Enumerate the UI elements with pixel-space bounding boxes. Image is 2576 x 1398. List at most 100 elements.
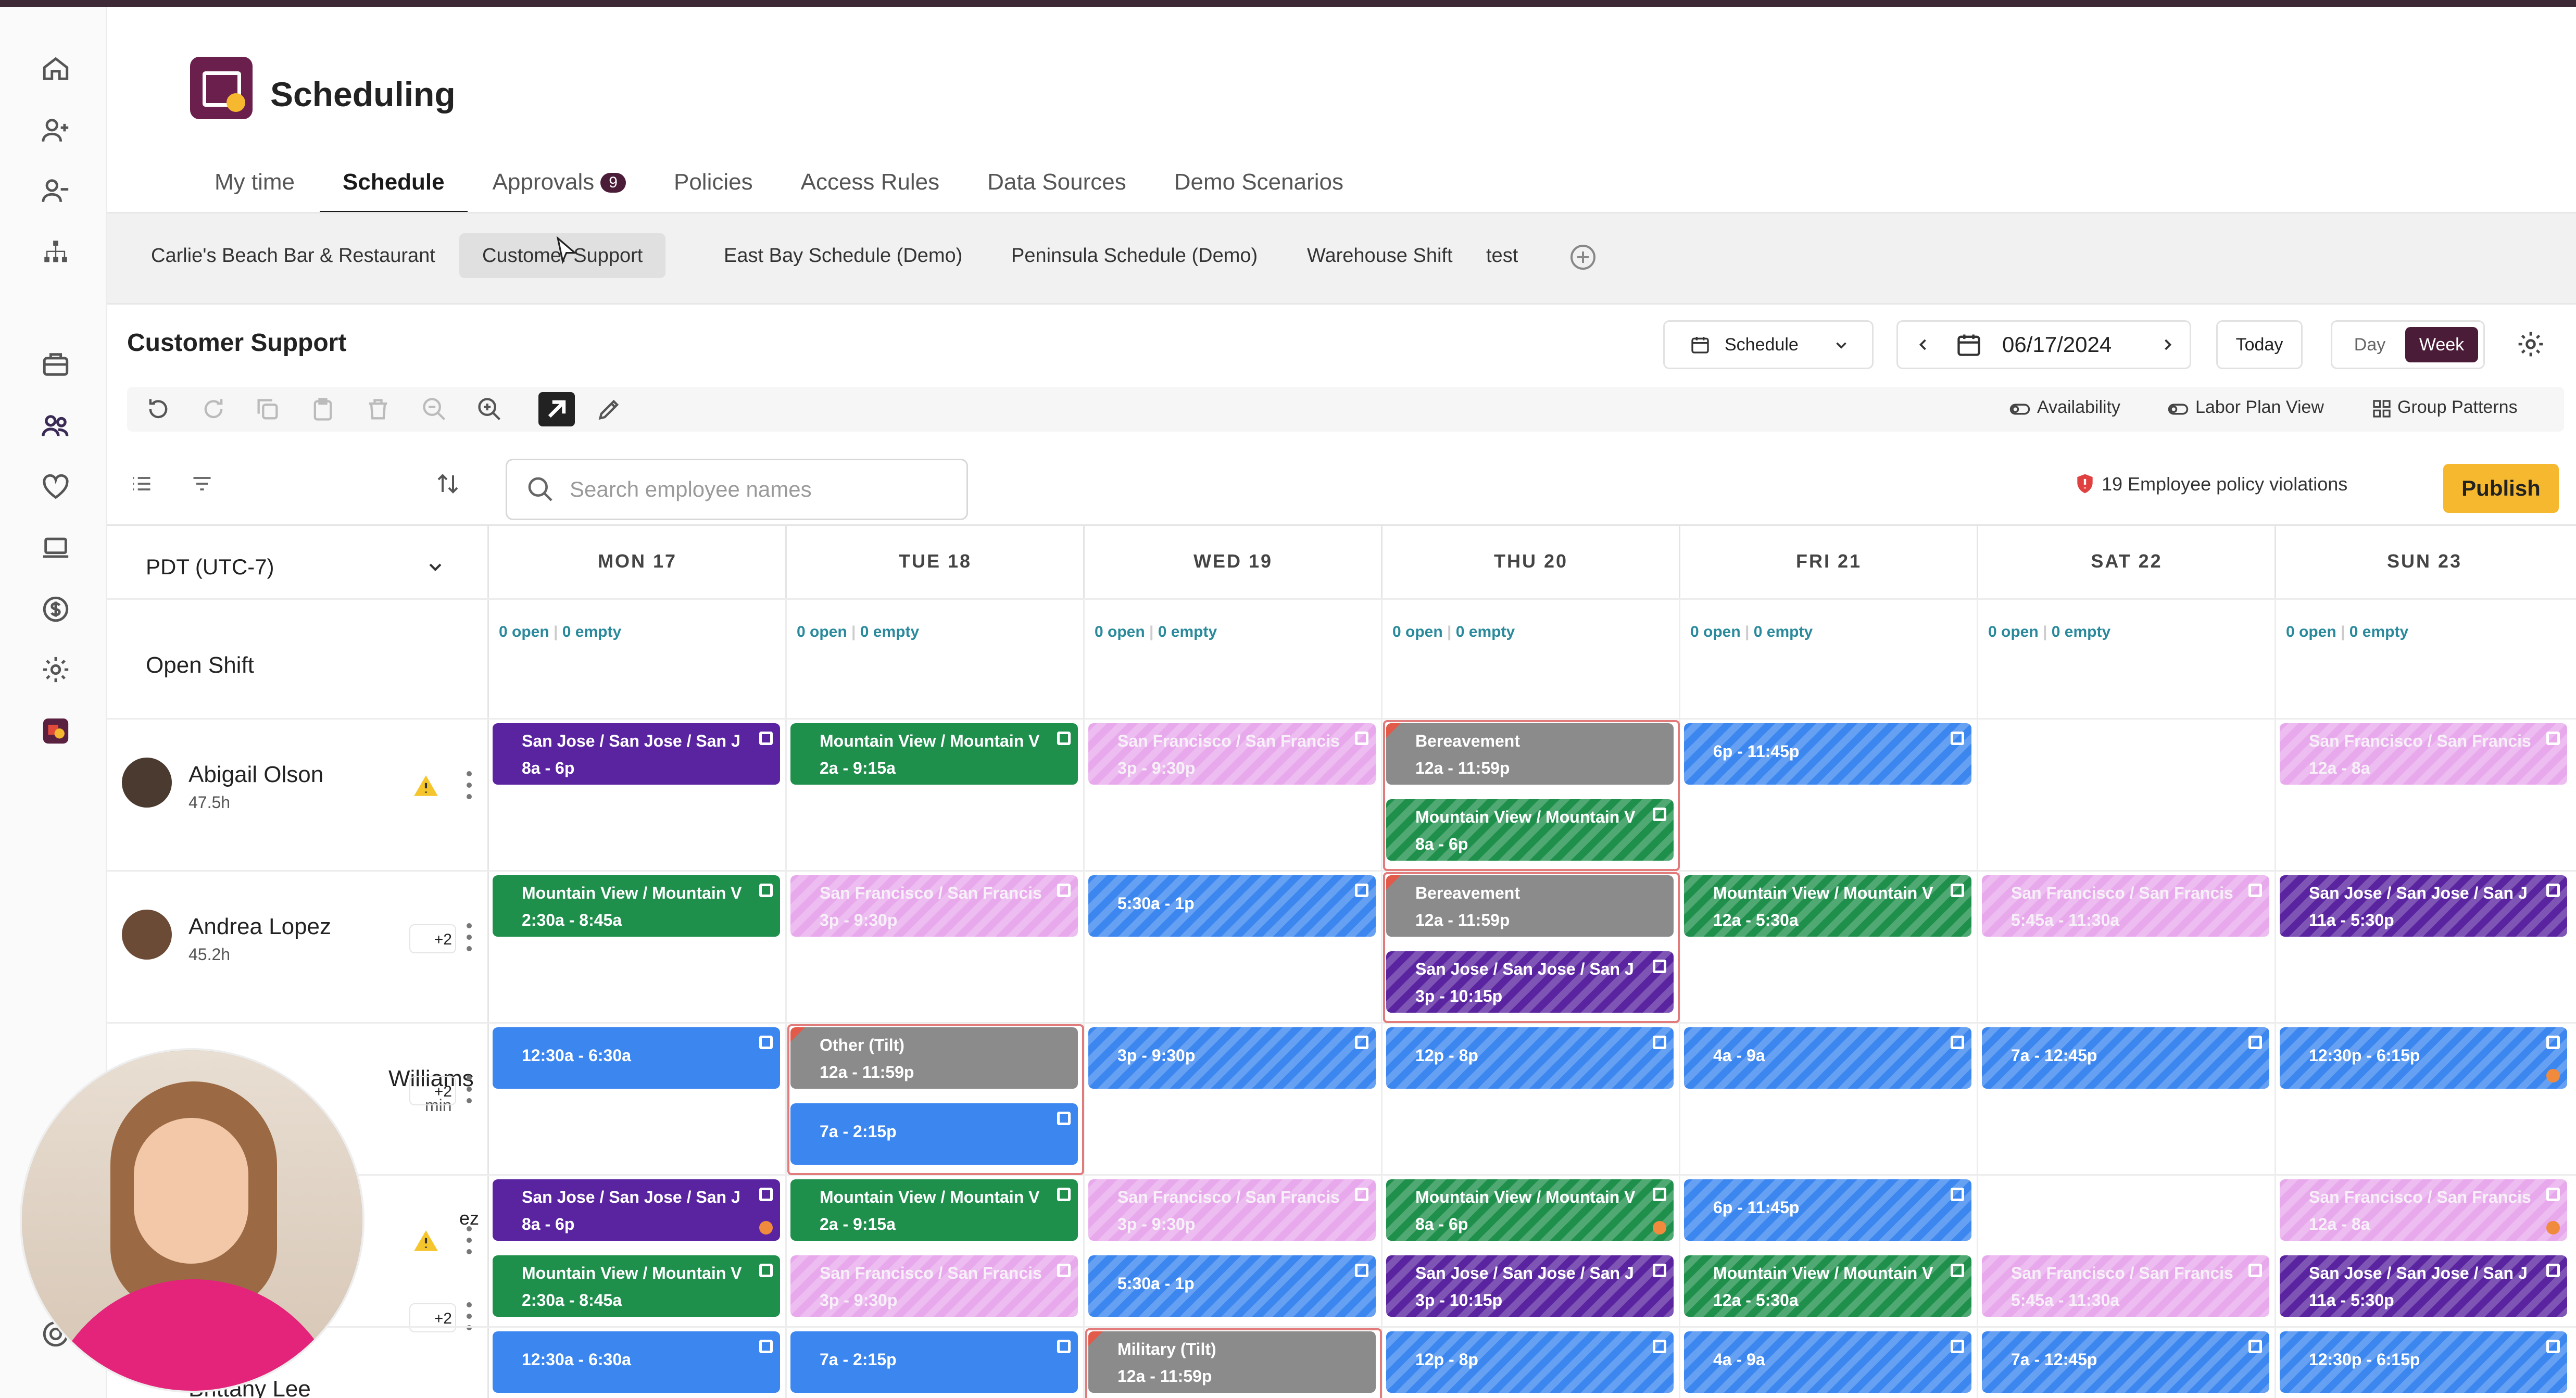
shift-block[interactable]: San Francisco / San Francis 12a - 8a: [2280, 1179, 2567, 1241]
shift-block[interactable]: 12:30a - 6:30a: [493, 1331, 780, 1393]
add-user-icon[interactable]: [41, 115, 71, 145]
drag-handle-icon[interactable]: [2546, 1340, 2560, 1353]
shift-block[interactable]: Mountain View / Mountain V 2:30a - 8:45a: [493, 1255, 780, 1317]
employee-name[interactable]: Andrea Lopez: [189, 914, 331, 940]
briefcase-icon[interactable]: [41, 349, 71, 380]
shift-block[interactable]: Mountain View / Mountain V 2:30a - 8:45a: [493, 875, 780, 937]
redo-icon[interactable]: [200, 396, 227, 423]
tab-my-time[interactable]: My time: [215, 169, 295, 211]
drag-handle-icon[interactable]: [1355, 884, 1368, 897]
drag-handle-icon[interactable]: [759, 1340, 773, 1353]
timezone-select[interactable]: PDT (UTC-7): [146, 555, 274, 580]
shift-block[interactable]: 12:30p - 6:15p: [2280, 1331, 2567, 1393]
today-button[interactable]: Today: [2216, 320, 2303, 369]
gear-icon[interactable]: [41, 654, 71, 685]
filter-icon[interactable]: [191, 472, 213, 495]
remove-user-icon[interactable]: [41, 175, 71, 206]
shift-block[interactable]: San Jose / San Jose / San J 3p - 10:15p: [1386, 951, 1674, 1013]
open-shift-count[interactable]: 0 open | 0 empty: [499, 623, 621, 641]
shift-block[interactable]: 7a - 2:15p: [790, 1331, 1078, 1393]
group-patterns-label[interactable]: Group Patterns: [2397, 397, 2518, 418]
paste-icon[interactable]: [309, 396, 336, 423]
avatar[interactable]: [122, 758, 172, 808]
alert-count-badge[interactable]: +2: [409, 1303, 456, 1332]
drag-handle-icon[interactable]: [2546, 1264, 2560, 1277]
schedule-tab-peninsula[interactable]: Peninsula Schedule (Demo): [988, 233, 1280, 278]
shift-block[interactable]: 12p - 8p: [1386, 1331, 1674, 1393]
shift-block[interactable]: 5:30a - 1p: [1088, 875, 1376, 937]
chevron-right-icon[interactable]: [2158, 335, 2177, 354]
shift-block[interactable]: San Jose / San Jose / San J 3p - 10:15p: [1386, 1255, 1674, 1317]
labor-plan-label[interactable]: Labor Plan View: [2195, 397, 2324, 418]
app-switcher-icon[interactable]: [41, 716, 71, 746]
time-off-block[interactable]: Bereavement 12a - 11:59p: [1386, 723, 1674, 785]
drag-handle-icon[interactable]: [1057, 1112, 1071, 1125]
drag-handle-icon[interactable]: [1951, 1036, 1964, 1049]
kebab-menu-icon[interactable]: [467, 771, 473, 802]
shift-block[interactable]: San Jose / San Jose / San J 11a - 5:30p: [2280, 875, 2567, 937]
shift-block[interactable]: San Jose / San Jose / San J 8a - 6p: [493, 1179, 780, 1241]
people-icon[interactable]: [41, 411, 71, 441]
drag-handle-icon[interactable]: [1653, 1036, 1666, 1049]
avatar[interactable]: [122, 910, 172, 960]
drag-handle-icon[interactable]: [1653, 808, 1666, 821]
pen-icon[interactable]: [596, 396, 623, 423]
shift-block[interactable]: San Francisco / San Francis 3p - 9:30p: [1088, 723, 1376, 785]
employee-name[interactable]: Abigail Olson: [189, 762, 323, 788]
chevron-down-icon[interactable]: [425, 557, 446, 577]
drag-handle-icon[interactable]: [1057, 1340, 1071, 1353]
drag-handle-icon[interactable]: [759, 1036, 773, 1049]
schedule-tab-warehouse[interactable]: Warehouse Shift: [1284, 233, 1476, 278]
schedule-tab-east-bay[interactable]: East Bay Schedule (Demo): [701, 233, 985, 278]
heart-icon[interactable]: [41, 472, 71, 502]
dollar-icon[interactable]: [41, 594, 71, 624]
shift-block[interactable]: San Jose / San Jose / San J 11a - 5:30p: [2280, 1255, 2567, 1317]
undo-icon[interactable]: [145, 396, 172, 423]
tab-demo-scenarios[interactable]: Demo Scenarios: [1174, 169, 1343, 211]
drag-handle-icon[interactable]: [2546, 884, 2560, 897]
sort-icon[interactable]: [435, 471, 460, 496]
shift-block[interactable]: 12:30a - 6:30a: [493, 1027, 780, 1089]
shift-block[interactable]: San Francisco / San Francis 3p - 9:30p: [790, 1255, 1078, 1317]
drag-handle-icon[interactable]: [1057, 732, 1071, 745]
drag-handle-icon[interactable]: [1951, 884, 1964, 897]
shift-block[interactable]: 5:30a - 1p: [1088, 1255, 1376, 1317]
tab-policies[interactable]: Policies: [674, 169, 753, 211]
open-shift-count[interactable]: 0 open | 0 empty: [1690, 623, 1813, 641]
drag-handle-icon[interactable]: [1057, 1188, 1071, 1201]
day-view-button[interactable]: Day: [2339, 327, 2401, 362]
drag-handle-icon[interactable]: [2546, 1188, 2560, 1201]
drag-handle-icon[interactable]: [2248, 1036, 2262, 1049]
laptop-icon[interactable]: [41, 533, 71, 563]
shift-block[interactable]: Mountain View / Mountain V 12a - 5:30a: [1684, 1255, 1971, 1317]
zoom-in-icon[interactable]: [476, 396, 503, 423]
drag-handle-icon[interactable]: [1355, 1264, 1368, 1277]
tab-data-sources[interactable]: Data Sources: [987, 169, 1126, 211]
shift-block[interactable]: 4a - 9a: [1684, 1331, 1971, 1393]
open-shift-count[interactable]: 0 open | 0 empty: [2286, 623, 2408, 641]
publish-button[interactable]: Publish: [2443, 464, 2559, 513]
shift-block[interactable]: 6p - 11:45p: [1684, 723, 1971, 785]
view-select[interactable]: Schedule: [1663, 320, 1874, 369]
drag-handle-icon[interactable]: [2546, 732, 2560, 745]
search-input[interactable]: Search employee names: [506, 459, 968, 520]
shift-block[interactable]: 4a - 9a: [1684, 1027, 1971, 1089]
shift-block[interactable]: 7a - 12:45p: [1982, 1331, 2269, 1393]
open-shift-count[interactable]: 0 open | 0 empty: [1392, 623, 1515, 641]
kebab-menu-icon[interactable]: [467, 923, 473, 954]
shift-block[interactable]: San Jose / San Jose / San J 8a - 6p: [493, 723, 780, 785]
copy-icon[interactable]: [254, 396, 281, 423]
time-off-block[interactable]: Bereavement 12a - 11:59p: [1386, 875, 1674, 937]
drag-handle-icon[interactable]: [1355, 732, 1368, 745]
org-chart-icon[interactable]: [41, 237, 71, 267]
shift-block[interactable]: Mountain View / Mountain V 8a - 6p: [1386, 1179, 1674, 1241]
shift-block[interactable]: Mountain View / Mountain V 12a - 5:30a: [1684, 875, 1971, 937]
drag-handle-icon[interactable]: [1653, 960, 1666, 973]
grid-icon[interactable]: [2371, 398, 2392, 419]
availability-label[interactable]: Availability: [2037, 397, 2120, 418]
drag-handle-icon[interactable]: [1951, 732, 1964, 745]
zoom-out-icon[interactable]: [421, 396, 448, 423]
kebab-menu-icon[interactable]: [467, 1075, 473, 1106]
shift-block[interactable]: 12p - 8p: [1386, 1027, 1674, 1089]
time-off-block[interactable]: Other (Tilt) 12a - 11:59p: [790, 1027, 1078, 1089]
